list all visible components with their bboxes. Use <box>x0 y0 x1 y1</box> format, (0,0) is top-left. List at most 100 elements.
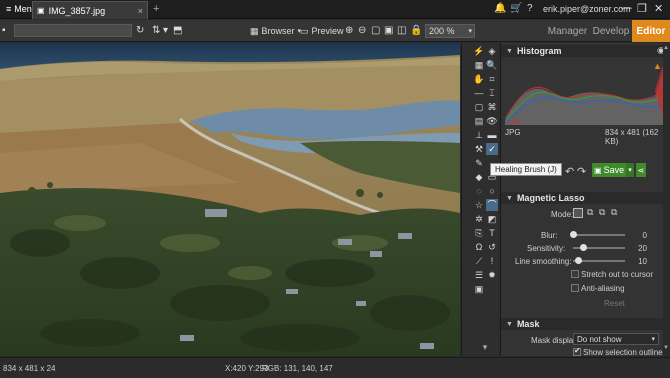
frame-icon[interactable]: ▢ <box>473 101 485 113</box>
sun-icon[interactable]: ✹ <box>486 269 498 281</box>
sensitivity-slider-knob[interactable] <box>580 244 588 251</box>
mask-display-select[interactable]: Do not show ▾ <box>573 333 659 345</box>
line-icon[interactable]: ⟋ <box>473 255 485 267</box>
histogram-header[interactable]: ▼ Histogram <box>501 45 663 57</box>
save-options-button[interactable]: ▾ <box>626 163 634 177</box>
horseshoe-icon[interactable]: Ω <box>473 241 485 253</box>
ellipse-select-icon[interactable]: ○ <box>486 185 498 197</box>
tab-title: IMG_3857.jpg <box>48 5 106 16</box>
frame-outline-icon[interactable]: ▣ <box>473 283 485 295</box>
lock-icon[interactable]: 🔒 <box>410 25 422 36</box>
minimize-button[interactable]: — <box>621 2 632 14</box>
quick-fix-icon[interactable]: ⚡ <box>473 45 485 57</box>
restore-button[interactable]: ❐ <box>637 2 647 15</box>
histogram-graph <box>505 61 665 125</box>
hand-icon[interactable]: ✋ <box>473 73 485 85</box>
reset-button[interactable]: Reset <box>604 299 625 308</box>
mode-new-icon[interactable] <box>573 208 583 218</box>
stamp-icon[interactable]: ⊥ <box>473 129 485 141</box>
brush-icon[interactable]: ✎ <box>473 157 485 169</box>
resize-icon[interactable]: ⌶ <box>486 87 498 99</box>
zoom-out-icon[interactable]: ⊖ <box>358 25 366 36</box>
photo-canvas[interactable] <box>0 43 460 356</box>
lasso-icon[interactable]: ◌ <box>473 185 485 197</box>
tab-editor[interactable]: Editor <box>632 20 670 42</box>
fit-icon[interactable]: ▢ <box>371 25 380 36</box>
chevron-down-icon: ▾ <box>651 336 655 343</box>
show-outline-checkbox[interactable] <box>573 346 581 356</box>
tab-manager[interactable]: Manager <box>545 20 590 42</box>
line-smoothing-slider-knob[interactable] <box>575 257 583 264</box>
panel-scrollbar[interactable]: ▲ ▼ <box>663 43 670 356</box>
histogram-title: Histogram <box>516 46 562 56</box>
grid-tool-icon[interactable]: ▦ <box>473 59 485 71</box>
preview-button[interactable]: ▭ Preview <box>300 24 344 38</box>
chevron-down-icon[interactable]: ▾ <box>479 341 491 353</box>
mode-intersect-icon[interactable]: ⧉ <box>611 207 617 218</box>
browser-button[interactable]: ▦ Browser ▾ <box>250 24 301 38</box>
compare-icon[interactable]: ◫ <box>397 25 406 36</box>
rotate-icon[interactable]: ↺ <box>486 241 498 253</box>
magic-wand-icon[interactable]: ✲ <box>473 213 485 225</box>
sensitivity-value: 20 <box>638 244 647 253</box>
tray-icon[interactable]: ▬ <box>486 129 498 141</box>
straighten-icon[interactable]: — <box>473 87 485 99</box>
toolbar: ▪ ↻ ⇅ ▾ ⬒ ▦ Browser ▾ ▭ Preview ⊕ ⊖ ▢ ▣ … <box>0 20 670 42</box>
cart-icon[interactable]: 🛒 <box>510 3 522 14</box>
warning-icon[interactable]: ! <box>486 255 498 267</box>
zoom-select[interactable]: 200 % ▾ <box>425 24 475 38</box>
home-icon[interactable]: ▪ <box>2 25 6 36</box>
paste-icon[interactable]: ⎘ <box>473 227 485 239</box>
magnetic-lasso-header[interactable]: ▼ Magnetic Lasso <box>501 192 663 204</box>
actual-size-icon[interactable]: ▣ <box>384 25 393 36</box>
list-icon[interactable]: ☰ <box>473 269 485 281</box>
eye-icon[interactable]: 👁 <box>486 115 498 127</box>
path-field[interactable] <box>14 24 132 37</box>
image-dimensions: 834 x 481 x 24 <box>3 364 56 373</box>
export-folder-icon[interactable]: ⬒ <box>173 25 182 36</box>
transform-icon[interactable]: ⌘ <box>486 101 498 113</box>
mode-subtract-icon[interactable]: ⧉ <box>599 207 605 218</box>
new-tab-button[interactable]: + <box>153 3 159 15</box>
user-account[interactable]: erik.piper@zoner.com <box>543 4 631 14</box>
close-window-button[interactable]: ✕ <box>654 2 663 15</box>
browser-label: Browser <box>261 26 295 36</box>
title-bar: ≡ Menu ▣ IMG_3857.jpg × + 🔔 🛒 ? erik.pip… <box>0 0 670 19</box>
panel-icon[interactable]: ▤ <box>473 115 485 127</box>
bell-icon[interactable]: 🔔 <box>494 3 506 14</box>
refresh-icon[interactable]: ↻ <box>136 25 144 36</box>
sort-icon[interactable]: ⇅ <box>152 25 160 36</box>
mask-title: Mask <box>516 319 540 329</box>
clone-stamp-icon[interactable]: ⚒ <box>473 143 485 155</box>
stretch-checkbox[interactable] <box>571 270 579 278</box>
magnifier-icon[interactable]: 🔍 <box>486 59 498 71</box>
magnetic-lasso-icon[interactable]: ⌒ <box>486 199 498 211</box>
collapse-icon: ▼ <box>506 47 513 55</box>
share-icon[interactable]: ⋖ <box>636 163 646 177</box>
zoom-in-icon[interactable]: ⊕ <box>345 25 353 36</box>
tab-close-button[interactable]: × <box>138 6 143 16</box>
zoom-value: 200 % <box>429 26 455 36</box>
undo-icon[interactable]: ↶ <box>565 165 574 178</box>
mode-add-icon[interactable]: ⧉ <box>587 207 593 218</box>
magnetic-lasso-title: Magnetic Lasso <box>516 193 585 203</box>
tab-develop[interactable]: Develop <box>590 20 632 42</box>
redo-icon[interactable]: ↷ <box>577 165 586 178</box>
text-icon[interactable]: T <box>486 227 498 239</box>
mask-header[interactable]: ▼ Mask <box>501 318 663 330</box>
polygon-lasso-icon[interactable]: ☆ <box>473 199 485 211</box>
chevron-down-icon[interactable]: ▾ <box>163 25 168 36</box>
healing-brush-icon[interactable]: ✓ <box>486 143 498 155</box>
stretch-label: Stretch out to cursor <box>581 270 654 279</box>
crop-icon[interactable]: ⌗ <box>486 73 498 85</box>
tab-image[interactable]: ▣ IMG_3857.jpg × <box>32 1 148 19</box>
eraser-icon[interactable]: ◆ <box>473 171 485 183</box>
blur-slider[interactable] <box>573 234 625 236</box>
blur-slider-knob[interactable] <box>570 231 577 238</box>
help-icon[interactable]: ? <box>527 3 533 14</box>
save-button[interactable]: ▣ Save <box>592 163 626 177</box>
layers-icon[interactable]: ◈ <box>486 45 498 57</box>
gradient-icon[interactable]: ◩ <box>486 213 498 225</box>
anti-aliasing-checkbox[interactable] <box>571 284 579 292</box>
warning-icon[interactable]: ▲ <box>653 61 662 71</box>
